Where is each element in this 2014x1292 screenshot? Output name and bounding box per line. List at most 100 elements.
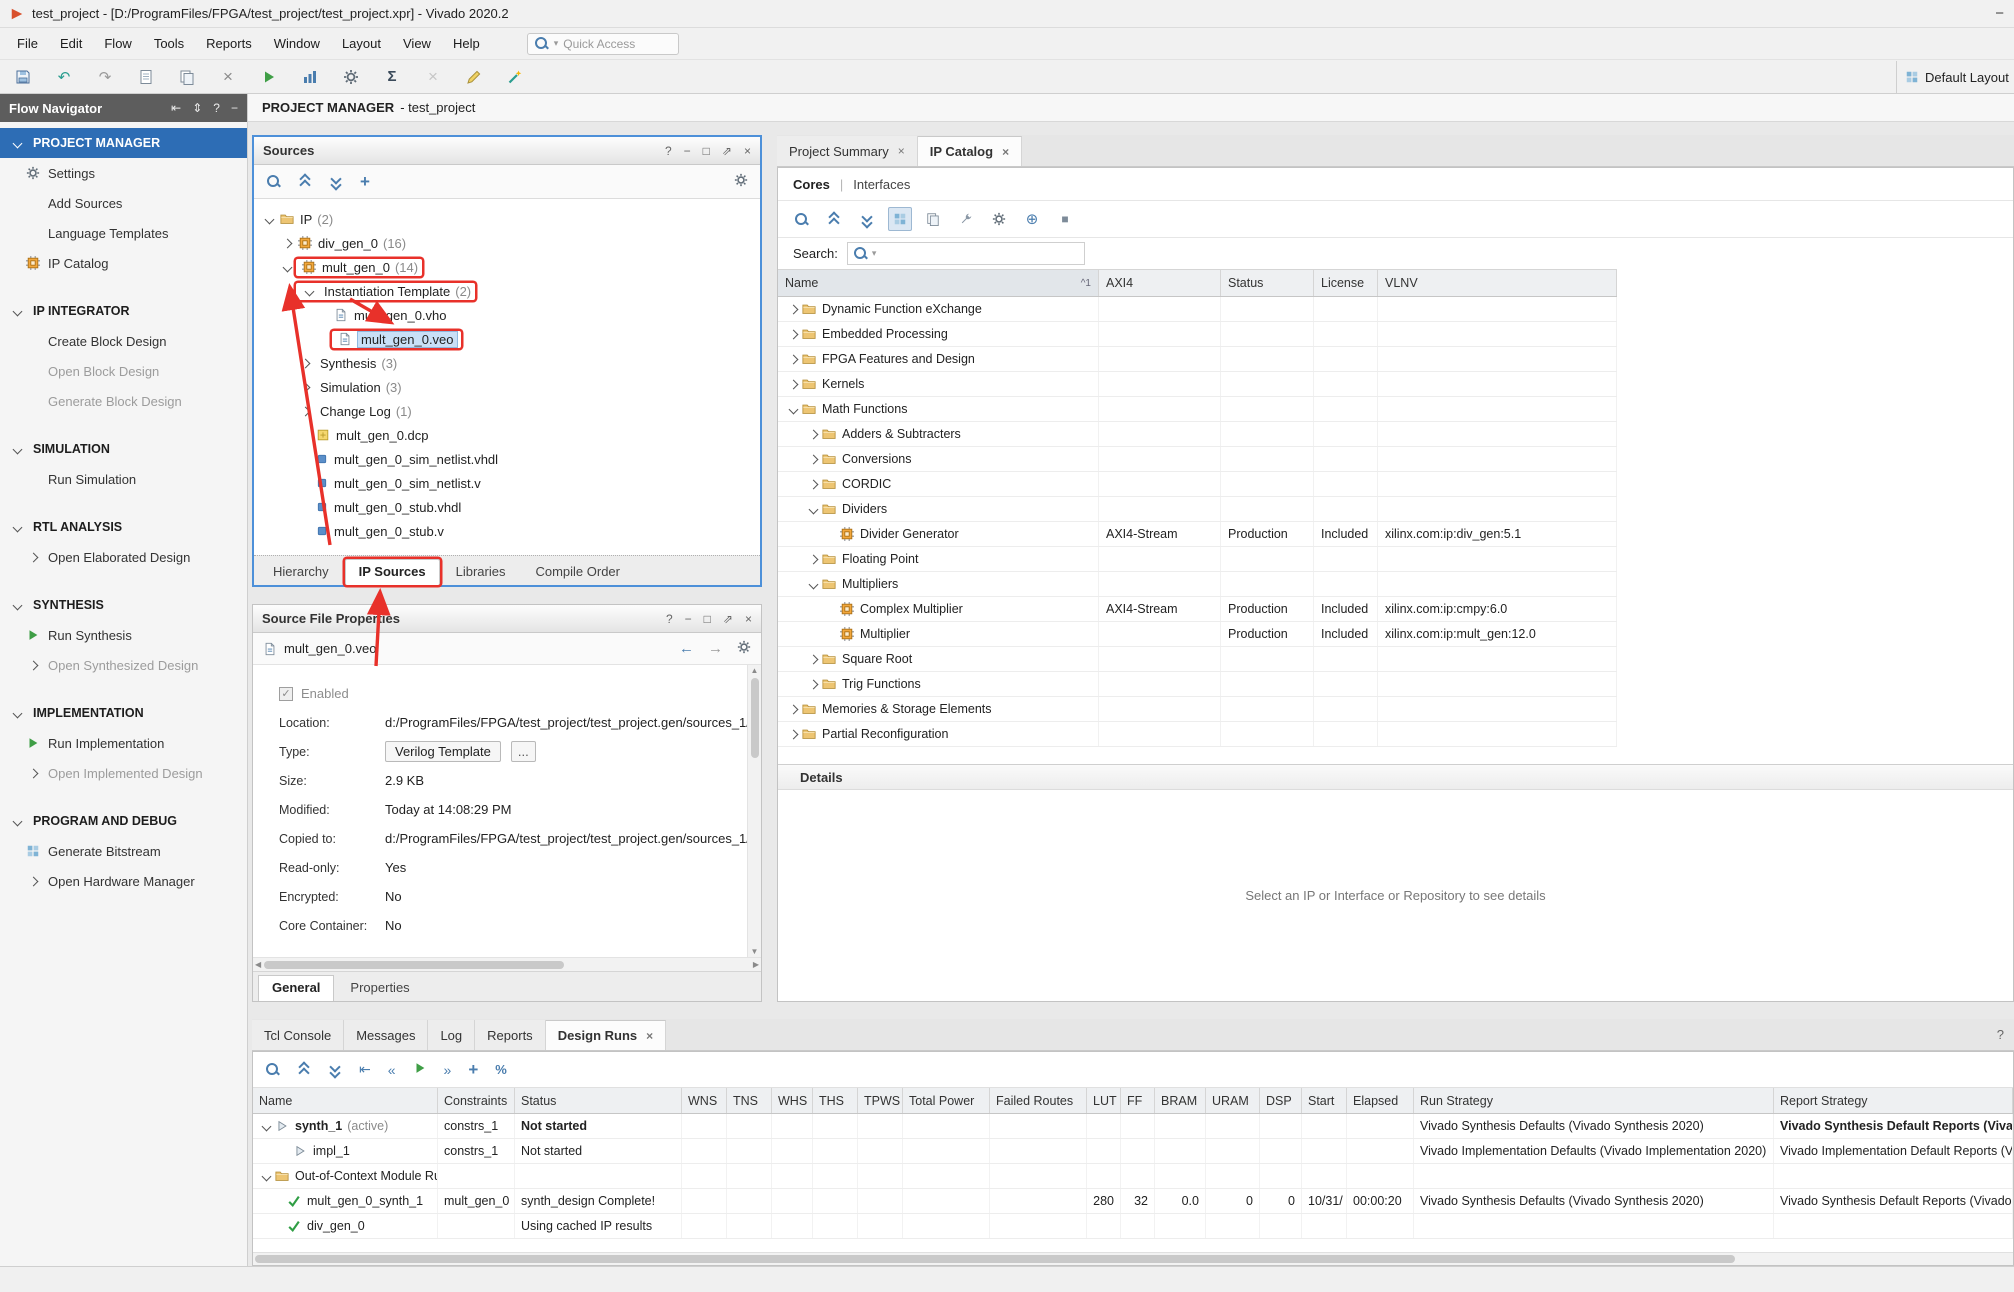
help-icon[interactable]: ? [666,612,673,626]
report-button[interactable] [135,66,157,88]
tree-row-change-log[interactable]: Change Log(1) [254,399,760,423]
delete-button[interactable]: × [217,66,239,88]
chevron-down-icon[interactable] [808,579,818,589]
window-minimize-button[interactable]: − [1995,5,2004,22]
expand-collapse-icon[interactable]: ⇕ [192,101,202,115]
catalog-row[interactable]: Embedded Processing [778,322,1617,347]
scrollbar-thumb[interactable] [255,1255,1735,1263]
tab-properties[interactable]: Properties [336,975,423,1001]
column-header[interactable]: BRAM [1155,1088,1206,1113]
settings-button[interactable] [340,66,362,88]
search-icon[interactable] [266,174,281,189]
debug-probe-button[interactable] [504,66,526,88]
tab-hierarchy[interactable]: Hierarchy [259,559,343,585]
help-icon[interactable]: ? [665,144,672,158]
customize-ip-icon[interactable] [954,207,978,231]
catalog-row[interactable]: Conversions [778,447,1617,472]
flownav-item-open-synthesized-design[interactable]: Open Synthesized Design [0,650,247,680]
tree-row-sim-netlist-v[interactable]: mult_gen_0_sim_netlist.v [254,471,760,495]
chevron-right-icon[interactable] [788,329,798,339]
chevron-right-icon[interactable] [808,554,818,564]
run-row-mult-gen-synth[interactable]: mult_gen_0_synth_1 mult_gen_0 synth_desi… [253,1189,2013,1214]
column-header-name[interactable]: Name^1 [778,270,1099,296]
scroll-up-icon[interactable]: ▲ [751,666,759,675]
menu-flow[interactable]: Flow [93,31,142,56]
catalog-search-input[interactable]: ▾ [847,242,1085,265]
minimize-icon[interactable]: − [684,144,691,158]
edit-button[interactable] [463,66,485,88]
launch-run-icon[interactable] [413,1061,427,1078]
tree-row-dcp-file[interactable]: mult_gen_0.dcp [254,423,760,447]
tree-row-mult-gen[interactable]: mult_gen_0(14) [254,255,760,279]
column-header[interactable]: Start [1302,1088,1347,1113]
run-row-synth-1[interactable]: synth_1(active) constrs_1 Not started Vi… [253,1114,2013,1139]
chevron-down-icon[interactable] [788,404,798,414]
catalog-row[interactable]: Floating Point [778,547,1617,572]
tab-tcl-console[interactable]: Tcl Console [252,1020,344,1050]
column-header[interactable]: Report Strategy [1774,1088,2013,1113]
flownav-item-run-synthesis[interactable]: Run Synthesis [0,620,247,650]
chevron-right-icon[interactable] [808,454,818,464]
close-icon[interactable]: × [898,144,905,158]
close-icon[interactable]: × [646,1029,653,1043]
scroll-right-icon[interactable]: ▶ [753,960,759,969]
column-header-status[interactable]: Status [1221,270,1314,296]
maximize-icon[interactable]: ⇗ [722,144,732,158]
run-group-ooc[interactable]: Out-of-Context Module Runs [253,1164,2013,1189]
catalog-row[interactable]: Trig Functions [778,672,1617,697]
back-icon[interactable]: ← [679,640,694,657]
chevron-right-icon[interactable] [300,382,310,392]
chevron-right-icon[interactable] [788,304,798,314]
menu-tools[interactable]: Tools [143,31,195,56]
column-header[interactable]: Run Strategy [1414,1088,1774,1113]
chevron-right-icon[interactable] [808,679,818,689]
column-header[interactable]: TPWS [858,1088,903,1113]
flownav-item-create-block-design[interactable]: Create Block Design [0,326,247,356]
run-button[interactable] [258,66,280,88]
tab-general[interactable]: General [258,975,334,1001]
flownav-item-open-implemented-design[interactable]: Open Implemented Design [0,758,247,788]
column-header[interactable]: Name [253,1088,438,1113]
chevron-down-icon[interactable] [264,214,274,224]
flownav-item-add-sources[interactable]: Add Sources [0,188,247,218]
tree-row-sim-netlist-vhdl[interactable]: mult_gen_0_sim_netlist.vhdl [254,447,760,471]
cancel-button[interactable]: × [422,66,444,88]
help-icon[interactable]: ? [1997,1027,2004,1042]
close-icon[interactable]: × [744,144,751,158]
column-header[interactable]: URAM [1206,1088,1260,1113]
column-header[interactable]: Status [515,1088,682,1113]
chevron-down-icon[interactable] [261,1171,271,1181]
run-row-div-gen[interactable]: div_gen_0 Using cached IP results [253,1214,2013,1239]
layout-selector[interactable]: Default Layout [1896,61,2014,93]
flownav-item-run-simulation[interactable]: Run Simulation [0,464,247,494]
catalog-row[interactable]: FPGA Features and Design [778,347,1617,372]
ip-settings-icon[interactable] [987,207,1011,231]
column-header[interactable]: Total Power [903,1088,990,1113]
catalog-row-multipliers[interactable]: Multipliers [778,572,1617,597]
horizontal-scrollbar[interactable] [253,1252,2013,1265]
expand-all-icon[interactable] [328,1062,342,1077]
minimize-icon[interactable]: − [685,612,692,626]
type-select[interactable]: Verilog Template [385,741,501,762]
menu-edit[interactable]: Edit [49,31,93,56]
pin-icon[interactable]: ⇤ [171,101,181,115]
settings-gear-icon[interactable] [737,640,751,657]
menu-help[interactable]: Help [442,31,491,56]
flownav-item-settings[interactable]: Settings [0,158,247,188]
chevron-right-icon[interactable] [300,406,310,416]
type-more-button[interactable]: ... [511,741,536,762]
chevron-down-icon[interactable] [304,286,314,296]
column-header[interactable]: FF [1121,1088,1155,1113]
undo-button[interactable]: ↶ [53,66,75,88]
close-icon[interactable]: × [745,612,752,626]
search-icon[interactable] [265,1062,280,1077]
catalog-row[interactable]: Kernels [778,372,1617,397]
tree-row-instantiation-template[interactable]: Instantiation Template(2) [254,279,760,303]
tab-ip-catalog[interactable]: IP Catalog× [918,136,1022,166]
flownav-section-rtl-analysis[interactable]: RTL ANALYSIS [0,512,247,542]
group-by-category-icon[interactable] [888,207,912,231]
restart-run-icon[interactable]: ⇤ [359,1061,371,1078]
menu-window[interactable]: Window [263,31,331,56]
catalog-row-multiplier[interactable]: MultiplierProductionIncludedxilinx.com:i… [778,622,1617,647]
create-run-icon[interactable]: + [468,1060,478,1080]
